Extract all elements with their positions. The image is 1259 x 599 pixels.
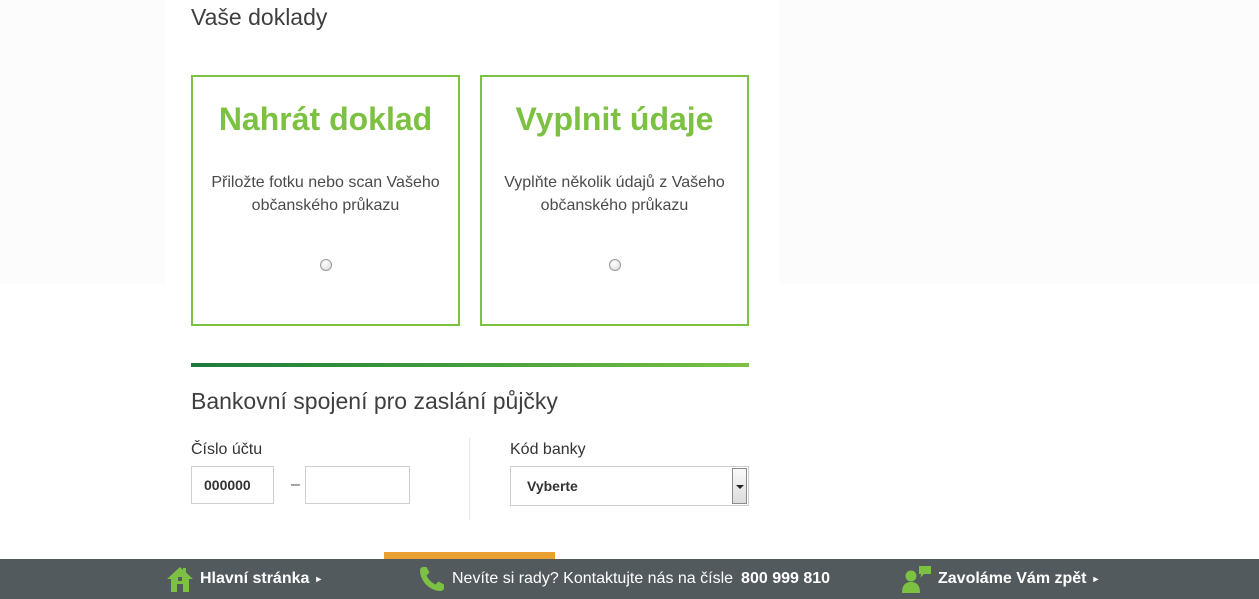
- footer-callback-label: Zavoláme Vám zpět: [938, 570, 1087, 587]
- account-separator: –: [291, 476, 300, 493]
- footer-help-contact: Nevíte si rady? Kontaktujte nás na čísle…: [418, 559, 830, 599]
- upload-document-radio[interactable]: [319, 259, 332, 271]
- callback-caret-icon: ►: [1091, 574, 1101, 584]
- footer-home-label: Hlavní stránka: [200, 570, 310, 587]
- fill-details-description: Vyplňte několik údajů z Vašeho občanskéh…: [492, 171, 737, 217]
- footer-bar: Hlavní stránka ► Nevíte si rady? Kontakt…: [0, 559, 1259, 599]
- footer-help-text: Nevíte si rady? Kontaktujte nás na čísle: [452, 570, 734, 587]
- callback-person-icon: [902, 566, 931, 593]
- upload-document-desc-line1: Přiložte fotku nebo scan Vašeho: [211, 174, 440, 191]
- account-number-input[interactable]: [305, 466, 410, 504]
- fill-details-desc-line2: občanského průkazu: [540, 197, 689, 214]
- upload-document-title: Nahrát doklad: [218, 101, 433, 137]
- field-separator: [469, 438, 470, 520]
- fill-details-title: Vyplnit údaje: [515, 101, 714, 137]
- documents-heading: Vaše doklady: [191, 4, 328, 30]
- bank-code-select[interactable]: Vyberte: [510, 466, 749, 506]
- footer-phone-number[interactable]: 800 999 810: [741, 570, 830, 588]
- bank-code-label: Kód banky: [510, 441, 586, 458]
- bank-heading: Bankovní spojení pro zaslání půjčky: [191, 388, 558, 414]
- upload-document-option[interactable]: Nahrát doklad Přiložte fotku nebo scan V…: [191, 75, 460, 326]
- fill-details-radio[interactable]: [608, 259, 621, 271]
- footer-callback-link[interactable]: Zavoláme Vám zpět ►: [902, 559, 1100, 599]
- upload-document-desc-line2: občanského průkazu: [251, 197, 400, 214]
- account-number-label: Číslo účtu: [191, 441, 263, 458]
- fill-details-option[interactable]: Vyplnit údaje Vyplňte několik údajů z Va…: [480, 75, 749, 326]
- upload-document-description: Přiložte fotku nebo scan Vašeho občanské…: [203, 171, 448, 217]
- fill-details-desc-line1: Vyplňte několik údajů z Vašeho: [504, 174, 725, 191]
- section-divider: [191, 363, 749, 367]
- chevron-down-icon[interactable]: [732, 468, 747, 504]
- account-prefix-input[interactable]: [191, 466, 274, 504]
- home-icon: [167, 567, 193, 592]
- phone-icon: [420, 567, 444, 591]
- footer-home-link[interactable]: Hlavní stránka ►: [166, 559, 323, 599]
- home-caret-icon: ►: [314, 574, 324, 584]
- bank-code-selected-value: Vyberte: [527, 478, 578, 494]
